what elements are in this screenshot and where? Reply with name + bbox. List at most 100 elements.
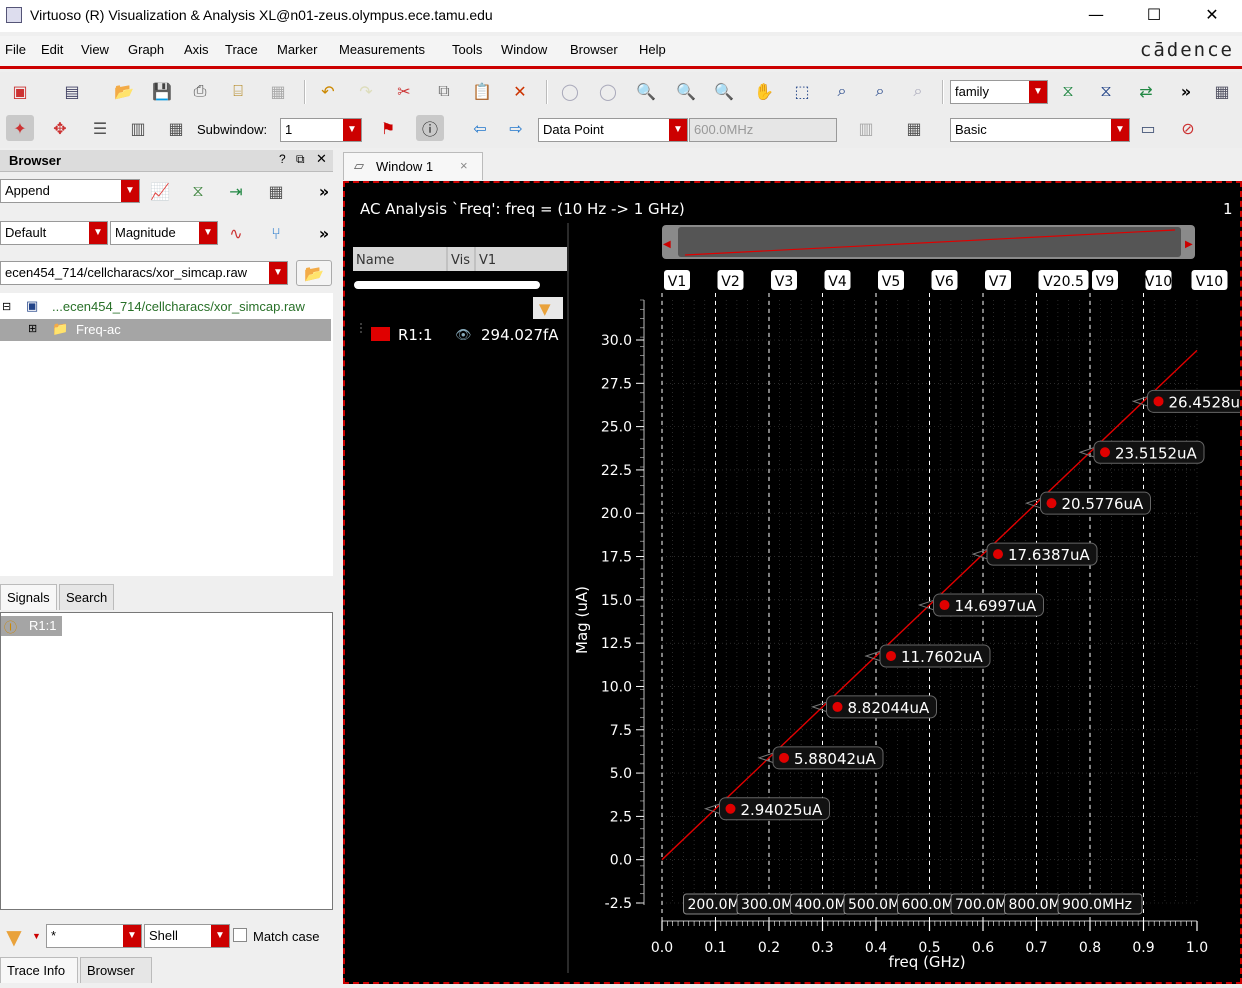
zoom-y-icon[interactable]: ⌕ — [866, 78, 894, 104]
zoom-out-icon[interactable]: 🔍 — [710, 78, 738, 104]
tab-signals[interactable]: Signals — [0, 584, 57, 610]
export-icon[interactable]: ⌸ — [224, 78, 252, 104]
menu-tools[interactable]: Tools — [452, 42, 482, 57]
toolbar-overflow-icon[interactable]: » — [1172, 78, 1200, 104]
plot-multi-icon[interactable]: ⧖ — [184, 178, 212, 204]
bar-chart-icon[interactable]: ▥ — [852, 115, 880, 141]
menu-graph[interactable]: Graph — [128, 42, 164, 57]
signal-item[interactable]: Ⓘ R1:1 — [1, 616, 62, 636]
zoom-fit-icon[interactable]: 🔍 — [632, 78, 660, 104]
open-folder-icon[interactable]: 📂 — [110, 78, 138, 104]
tab-trace-info[interactable]: Trace Info — [0, 957, 78, 983]
overlay-icon[interactable]: ⇄ — [1132, 78, 1160, 104]
visibility-eye-icon[interactable]: 👁 — [455, 328, 472, 343]
graph-window[interactable]: AC Analysis `Freq': freq = (10 Hz -> 1 G… — [343, 181, 1242, 984]
waveform-icon[interactable]: ∿ — [222, 220, 250, 246]
family-combo[interactable]: family ▼ — [950, 80, 1048, 104]
snapshot-icon[interactable]: ▦ — [264, 78, 292, 104]
zoom-box-icon[interactable]: ⬚ — [788, 78, 816, 104]
minimize-button[interactable]: — — [1084, 4, 1108, 26]
tab-window-1[interactable]: ▱ Window 1 × — [343, 152, 483, 180]
expand-icon[interactable]: ⊞ — [28, 322, 37, 335]
match-case-checkbox[interactable] — [233, 928, 247, 942]
menu-axis[interactable]: Axis — [184, 42, 209, 57]
plot-canvas[interactable]: AC Analysis `Freq': freq = (10 Hz -> 1 G… — [345, 183, 1240, 982]
tree-child-row[interactable]: ⊞ 📁 Freq-ac — [0, 319, 331, 341]
window-tab-close-icon[interactable]: × — [460, 158, 468, 173]
collapse-icon[interactable]: ⊟ — [2, 300, 11, 313]
menu-help[interactable]: Help — [639, 42, 666, 57]
send-to-table-icon[interactable]: ⇥ — [222, 178, 250, 204]
shell-combo[interactable]: Shell ▼ — [144, 924, 230, 948]
filter-input[interactable]: * ▼ — [46, 924, 142, 948]
undo-icon[interactable]: ↶ — [314, 78, 342, 104]
marker-type-combo[interactable]: Data Point ▼ — [538, 118, 688, 142]
legend-trace-name[interactable]: R1:1 — [398, 326, 433, 344]
browser-overflow-icon-2[interactable]: » — [310, 220, 338, 246]
tab-search[interactable]: Search — [59, 584, 115, 610]
marker-right-icon[interactable]: ⇨ — [502, 115, 530, 141]
results-path-combo[interactable]: ecen454_714/cellcharacs/xor_simcap.raw ▼ — [0, 261, 288, 285]
copy-icon[interactable]: ⧉ — [430, 78, 458, 104]
vertical-split-icon[interactable]: ▥ — [124, 115, 152, 141]
calculator-icon[interactable]: ▦ — [900, 115, 928, 141]
cards-icon[interactable]: ✥ — [46, 115, 74, 141]
forward-icon[interactable]: ◯ — [594, 78, 622, 104]
paste-icon[interactable]: 📋 — [468, 78, 496, 104]
new-subwindow-icon[interactable]: ▤ — [58, 78, 86, 104]
browse-folder-icon[interactable]: 📂 — [296, 260, 332, 286]
delete-icon[interactable]: ✕ — [506, 78, 534, 104]
menu-marker[interactable]: Marker — [277, 42, 317, 57]
zoom-reset-icon[interactable]: ⌕ — [904, 78, 932, 104]
magnitude-combo[interactable]: Magnitude ▼ — [110, 221, 218, 245]
strip-chart-icon[interactable]: ⧖ — [1054, 78, 1082, 104]
tab-browser[interactable]: Browser — [80, 957, 152, 983]
save-icon[interactable]: 💾 — [148, 78, 176, 104]
redo-icon[interactable]: ↷ — [352, 78, 380, 104]
maximize-button[interactable]: ☐ — [1142, 4, 1166, 26]
horizontal-split-icon[interactable]: ☰ — [86, 115, 114, 141]
scroll-left-icon[interactable]: ◀ — [663, 239, 671, 250]
window-settings-icon[interactable]: ⊘ — [1174, 115, 1202, 141]
window-list-icon[interactable]: ▭ — [1134, 115, 1162, 141]
table-icon[interactable]: ▦ — [262, 178, 290, 204]
float-icon[interactable]: ⧉ — [296, 152, 305, 167]
filter-icon[interactable]: ▼ — [0, 924, 28, 950]
back-icon[interactable]: ◯ — [556, 78, 584, 104]
close-panel-icon[interactable]: ✕ — [316, 151, 327, 167]
grid-layout-icon[interactable]: ▦ — [1208, 78, 1236, 104]
filter-menu-icon[interactable]: ▼ — [32, 931, 41, 941]
pan-icon[interactable]: ✋ — [750, 78, 778, 104]
help-icon[interactable]: ? — [279, 152, 286, 166]
cut-icon[interactable]: ✂ — [390, 78, 418, 104]
stack-icon[interactable]: ⧖ — [1092, 78, 1120, 104]
menu-view[interactable]: View — [81, 42, 109, 57]
scroll-right-icon[interactable]: ▶ — [1185, 239, 1193, 250]
marker-value-field[interactable]: 600.0MHz — [689, 118, 837, 142]
close-button[interactable]: ✕ — [1200, 4, 1224, 26]
zoom-in-icon[interactable]: 🔍 — [672, 78, 700, 104]
append-combo[interactable]: Append ▼ — [0, 179, 140, 203]
tree-root-item[interactable]: ...ecen454_714/cellcharacs/xor_simcap.ra… — [52, 299, 305, 314]
grid-split-icon[interactable]: ▦ — [162, 115, 190, 141]
browser-overflow-icon[interactable]: » — [310, 178, 338, 204]
magic-wand-icon[interactable]: ✦ — [6, 115, 34, 141]
menu-window[interactable]: Window — [501, 42, 547, 57]
subwindow-combo[interactable]: 1 ▼ — [280, 118, 362, 142]
flag-icon[interactable]: ⚑ — [374, 115, 402, 141]
info-icon[interactable]: ⓘ — [416, 115, 444, 141]
default-combo[interactable]: Default ▼ — [0, 221, 108, 245]
mode-combo[interactable]: Basic ▼ — [950, 118, 1130, 142]
menu-edit[interactable]: Edit — [41, 42, 63, 57]
menu-measurements[interactable]: Measurements — [339, 42, 425, 57]
print-icon[interactable]: ⎙ — [186, 78, 214, 104]
new-window-icon[interactable]: ▣ — [6, 78, 34, 104]
legend-scrollbar[interactable] — [354, 281, 540, 289]
plot-icon[interactable]: 📈 — [146, 178, 174, 204]
menu-browser[interactable]: Browser — [570, 42, 618, 57]
menu-trace[interactable]: Trace — [225, 42, 258, 57]
split-trace-icon[interactable]: ⑂ — [262, 220, 290, 246]
legend-trace-swatch[interactable] — [371, 327, 390, 341]
marker-left-icon[interactable]: ⇦ — [466, 115, 494, 141]
zoom-x-icon[interactable]: ⌕ — [828, 78, 856, 104]
